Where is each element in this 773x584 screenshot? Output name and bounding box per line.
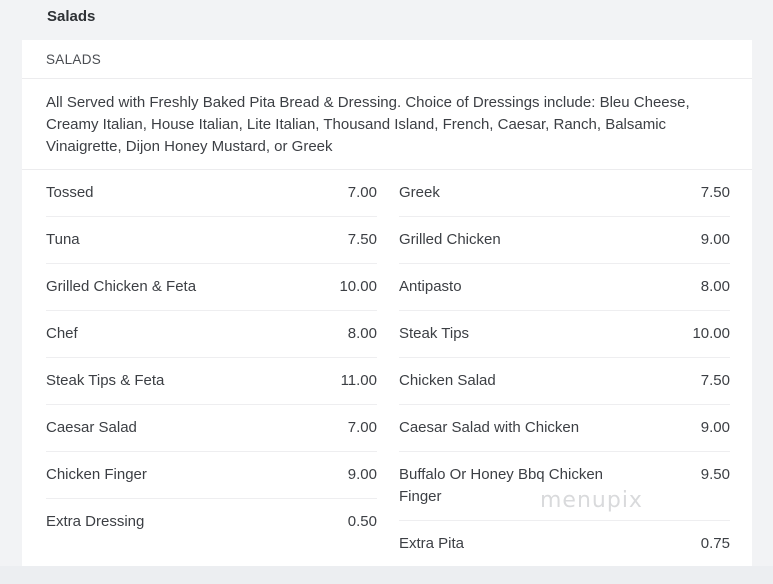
menu-item: Steak Tips & Feta 11.00 [46, 358, 377, 405]
menu-item-price: 8.00 [347, 325, 377, 342]
menu-item-price: 9.00 [700, 419, 730, 436]
menu-item: Chicken Salad 7.50 [399, 358, 730, 405]
menu-item-name: Extra Pita [399, 535, 465, 552]
menu-item-price: 7.50 [347, 231, 377, 248]
menu-item: Grilled Chicken 9.00 [399, 217, 730, 264]
menu-item: Caesar Salad with Chicken 9.00 [399, 405, 730, 452]
menu-column-left: Tossed 7.00 Tuna 7.50 Grilled Chicken & … [46, 170, 377, 546]
menu-item: Extra Pita 0.75 [399, 521, 730, 568]
menu-item: Steak Tips 10.00 [399, 311, 730, 358]
menu-description: All Served with Freshly Baked Pita Bread… [46, 94, 690, 155]
menu-page: Salads SALADS All Served with Freshly Ba… [0, 0, 773, 584]
menu-item: Antipasto 8.00 [399, 264, 730, 311]
menu-item-name: Chicken Salad [399, 372, 496, 389]
menu-item-price: 11.00 [340, 372, 377, 389]
menu-item-price: 0.75 [700, 535, 730, 552]
menu-item: Caesar Salad 7.00 [46, 405, 377, 452]
card-subtitle: SALADS [46, 52, 102, 67]
menu-item-price: 7.50 [700, 372, 730, 389]
menu-item-name: Grilled Chicken & Feta [46, 278, 197, 295]
menu-item-name: Chicken Finger [46, 466, 147, 483]
bottom-strip [0, 566, 773, 584]
divider [22, 78, 752, 79]
menu-item-name: Antipasto [399, 278, 462, 295]
menu-item-price: 9.00 [347, 466, 377, 483]
menu-item-price: 10.00 [692, 325, 730, 342]
menu-item-name: Steak Tips [399, 325, 470, 342]
menu-item-price: 7.00 [347, 184, 377, 201]
menu-item-price: 8.00 [700, 278, 730, 295]
menu-item-price: 0.50 [347, 513, 377, 530]
menu-item: Tuna 7.50 [46, 217, 377, 264]
menu-item: Chef 8.00 [46, 311, 377, 358]
menu-item-name: Caesar Salad [46, 419, 137, 436]
watermark-logo: menupix [540, 488, 643, 513]
menu-item: Grilled Chicken & Feta 10.00 [46, 264, 377, 311]
menu-item-name: Grilled Chicken [399, 231, 501, 248]
menu-item: Chicken Finger 9.00 [46, 452, 377, 499]
section-header: Salads [22, 0, 752, 40]
menu-item-name: Extra Dressing [46, 513, 145, 530]
menu-item-price: 7.00 [347, 419, 377, 436]
menu-item: Extra Dressing 0.50 [46, 499, 377, 546]
menu-item-price: 7.50 [700, 184, 730, 201]
menu-item: Tossed 7.00 [46, 170, 377, 217]
menu-item-name: Greek [399, 184, 440, 201]
menu-item-name: Chef [46, 325, 78, 342]
menu-item-name: Steak Tips & Feta [46, 372, 165, 389]
section-title: Salads [47, 8, 96, 25]
menu-item-price: 9.50 [700, 466, 730, 483]
menu-item-name: Tossed [46, 184, 94, 201]
menu-item-name: Caesar Salad with Chicken [399, 419, 580, 436]
menu-item-name: Tuna [46, 231, 80, 248]
menu-item-price: 9.00 [700, 231, 730, 248]
menu-item-price: 10.00 [339, 278, 377, 295]
menu-item: Greek 7.50 [399, 170, 730, 217]
